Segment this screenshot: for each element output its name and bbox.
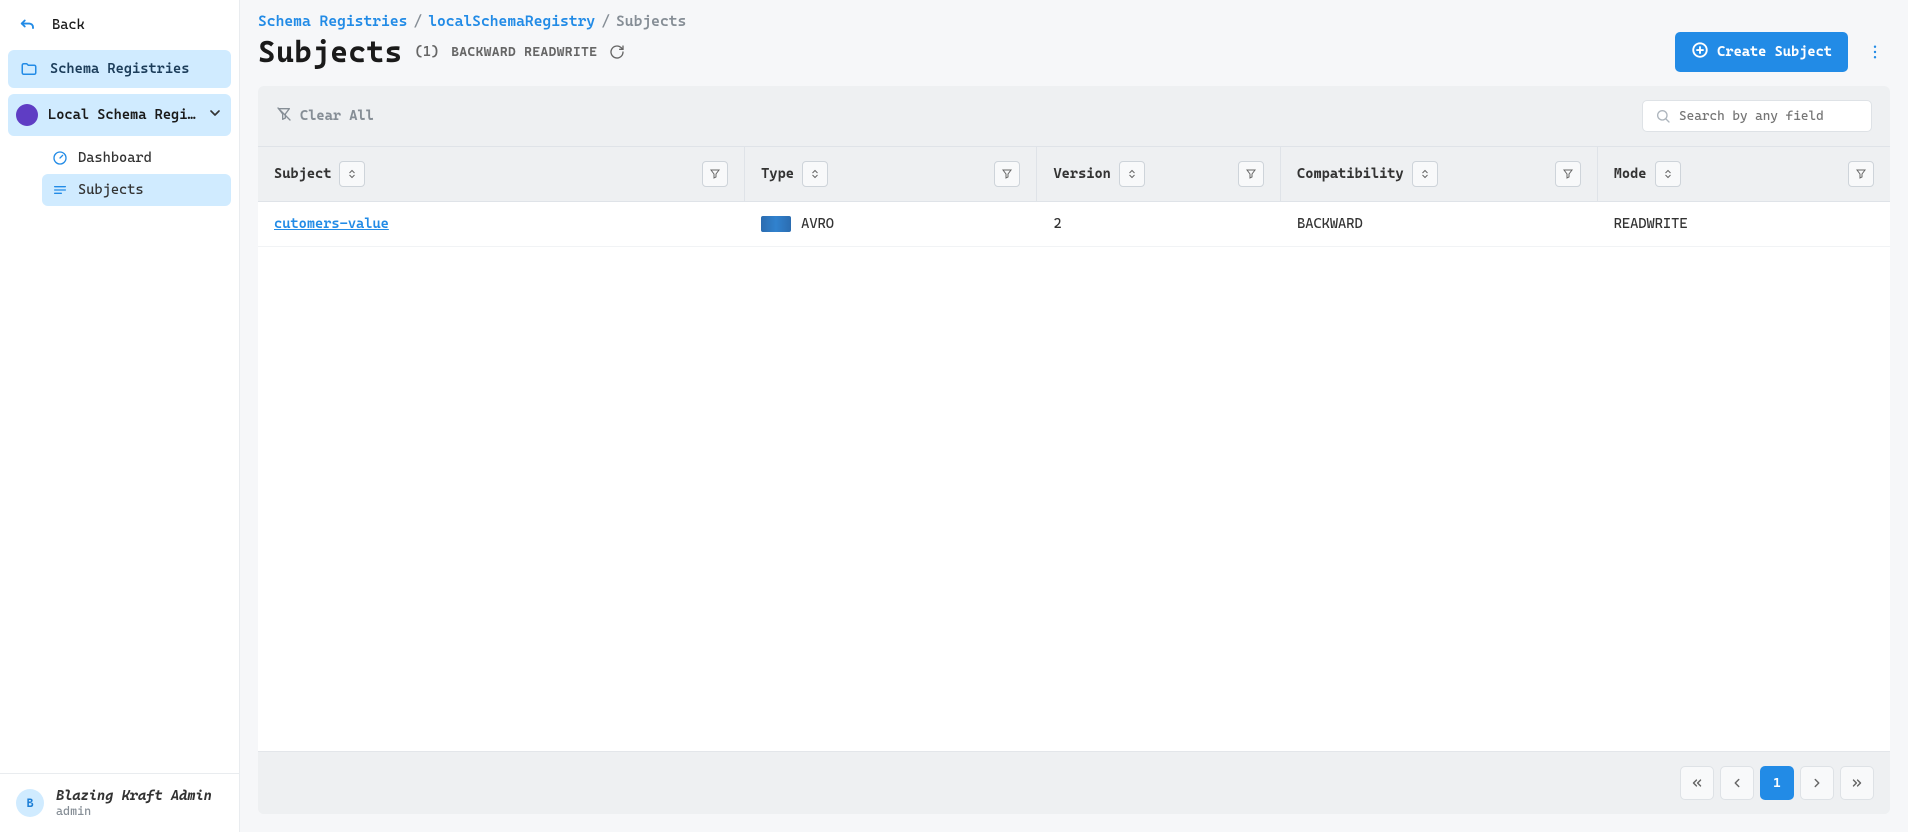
sort-compatibility-button[interactable] — [1412, 161, 1438, 187]
sidebar-item-dashboard[interactable]: Dashboard — [42, 142, 231, 174]
table-row: cutomers-value AVRO 2 BACKWARD — [258, 202, 1890, 247]
column-header-mode: Mode — [1614, 166, 1647, 182]
avro-icon — [761, 216, 791, 232]
search-input[interactable] — [1679, 109, 1859, 124]
sidebar-item-subjects[interactable]: Subjects — [42, 174, 231, 206]
registry-color-dot — [16, 104, 38, 126]
breadcrumb-link-registry[interactable]: localSchemaRegistry — [428, 12, 595, 30]
subject-link[interactable]: cutomers-value — [274, 216, 389, 232]
mode-value: READWRITE — [1614, 216, 1688, 232]
sidebar-item-label: Dashboard — [78, 150, 152, 166]
search-icon — [1655, 108, 1671, 124]
version-value: 2 — [1053, 216, 1061, 232]
filter-compatibility-button[interactable] — [1555, 161, 1581, 187]
page-title: Subjects — [258, 35, 403, 70]
breadcrumb-separator: / — [601, 12, 610, 30]
sidebar-nav-schema-registries[interactable]: Schema Registries — [8, 50, 231, 88]
user-name: Blazing Kraft Admin — [56, 788, 212, 804]
sidebar-registry-selector[interactable]: Local Schema Regi… — [8, 94, 231, 136]
more-actions-button[interactable] — [1860, 37, 1890, 67]
search-wrapper — [1642, 100, 1872, 132]
list-icon — [52, 182, 68, 198]
subjects-count: (1) — [415, 44, 440, 60]
breadcrumb-link-registries[interactable]: Schema Registries — [258, 12, 407, 30]
filter-off-icon — [276, 106, 292, 126]
filter-subject-button[interactable] — [702, 161, 728, 187]
avatar: B — [16, 789, 44, 817]
pagination-prev-button[interactable] — [1720, 766, 1754, 800]
plus-circle-icon — [1691, 41, 1709, 63]
sort-mode-button[interactable] — [1655, 161, 1681, 187]
pagination-first-button[interactable] — [1680, 766, 1714, 800]
filter-type-button[interactable] — [994, 161, 1020, 187]
back-label: Back — [52, 17, 85, 33]
back-button[interactable]: Back — [8, 8, 231, 42]
create-subject-button[interactable]: Create Subject — [1675, 32, 1848, 72]
column-header-subject: Subject — [274, 166, 331, 182]
breadcrumb-separator: / — [413, 12, 422, 30]
filter-mode-button[interactable] — [1848, 161, 1874, 187]
chevron-down-icon — [207, 105, 223, 125]
sort-version-button[interactable] — [1119, 161, 1145, 187]
sort-type-button[interactable] — [802, 161, 828, 187]
registry-name: Local Schema Regi… — [48, 107, 197, 123]
refresh-button[interactable] — [609, 44, 625, 60]
sidebar-nav-label: Schema Registries — [50, 61, 189, 77]
column-header-version: Version — [1053, 166, 1110, 182]
sidebar-item-label: Subjects — [78, 182, 144, 198]
compatibility-value: BACKWARD — [1297, 216, 1363, 232]
back-arrow-icon — [18, 16, 36, 34]
gauge-icon — [52, 150, 68, 166]
column-header-type: Type — [761, 166, 794, 182]
pagination-last-button[interactable] — [1840, 766, 1874, 800]
pagination-next-button[interactable] — [1800, 766, 1834, 800]
user-role: admin — [56, 804, 212, 818]
column-header-compatibility: Compatibility — [1297, 166, 1404, 182]
type-value: AVRO — [801, 216, 834, 232]
pagination-page-1[interactable]: 1 — [1760, 766, 1794, 800]
clear-all-label: Clear All — [300, 108, 374, 124]
registry-mode-badge: BACKWARD READWRITE — [451, 45, 597, 60]
clear-all-button[interactable]: Clear All — [276, 106, 374, 126]
breadcrumb: Schema Registries / localSchemaRegistry … — [258, 12, 1890, 30]
breadcrumb-current: Subjects — [616, 12, 686, 30]
folder-icon — [20, 60, 38, 78]
create-subject-label: Create Subject — [1717, 44, 1832, 60]
user-profile[interactable]: B Blazing Kraft Admin admin — [0, 773, 239, 832]
filter-version-button[interactable] — [1238, 161, 1264, 187]
sort-subject-button[interactable] — [339, 161, 365, 187]
